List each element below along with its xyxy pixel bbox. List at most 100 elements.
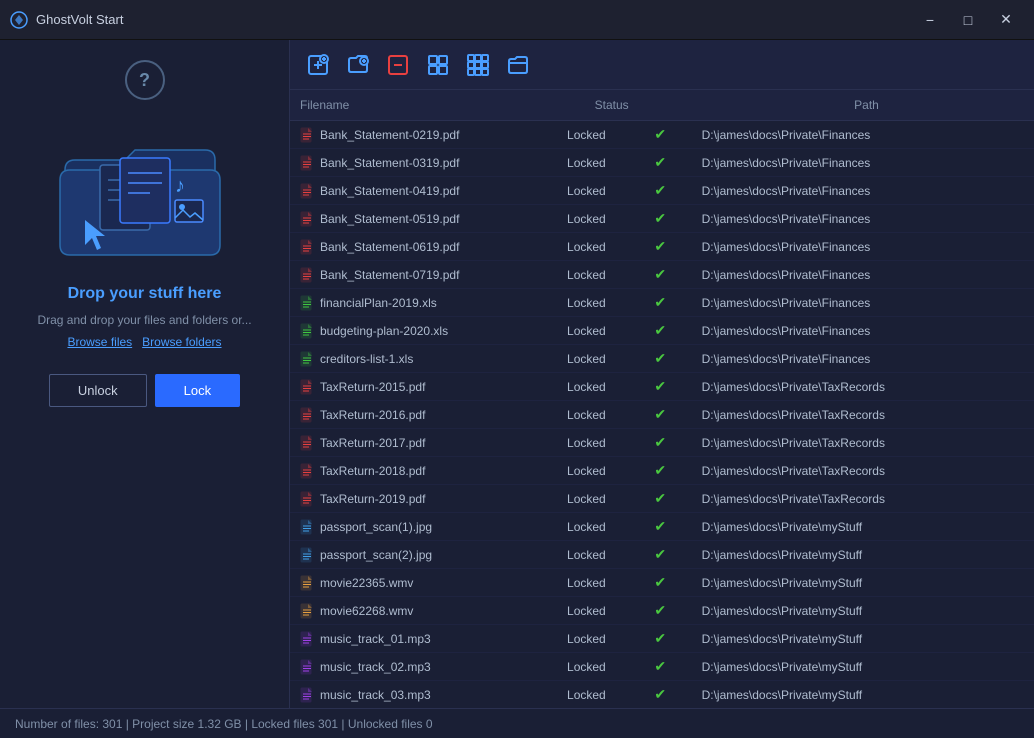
check-icon: ✔ [654, 154, 666, 170]
check-icon: ✔ [654, 378, 666, 394]
filename-text: movie62268.wmv [320, 604, 413, 618]
file-icon [300, 603, 314, 619]
table-row[interactable]: movie62268.wmv Locked ✔ D:\james\docs\Priv… [290, 597, 1034, 625]
status-cell: Locked [557, 205, 644, 233]
check-cell: ✔ [644, 569, 691, 597]
check-cell: ✔ [644, 233, 691, 261]
table-row[interactable]: TaxReturn-2015.pdf Locked✔D:\james\docs\… [290, 373, 1034, 401]
status-cell: Locked [557, 597, 644, 625]
file-table-scroll[interactable]: Bank_Statement-0219.pdf Locked✔D:\james\… [290, 121, 1034, 708]
table-row[interactable]: passport_scan(2).jpg Locked✔D:\james\doc… [290, 541, 1034, 569]
filename-text: passport_scan(1).jpg [320, 520, 432, 534]
table-row[interactable]: Bank_Statement-0719.pdf Locked✔D:\james\… [290, 261, 1034, 289]
table-row[interactable]: movie22365.wmv Locked✔D:\james\docs\Priv… [290, 569, 1034, 597]
status-cell: Locked [557, 373, 644, 401]
help-icon[interactable]: ? [125, 60, 165, 100]
table-row[interactable]: budgeting-plan-2020.xls Locked✔D:\james\… [290, 317, 1034, 345]
status-cell: Locked [557, 289, 644, 317]
table-row[interactable]: Bank_Statement-0419.pdf Locked✔D:\james\… [290, 177, 1034, 205]
path-cell: D:\james\docs\Private\Finances [692, 261, 1034, 289]
file-icon [300, 631, 314, 647]
path-cell: D:\james\docs\Private\myStuff [692, 653, 1034, 681]
lock-button[interactable]: Lock [155, 374, 240, 407]
check-cell: ✔ [644, 513, 691, 541]
file-name-cell: movie22365.wmv [290, 569, 557, 597]
file-name-cell: TaxReturn-2019.pdf [290, 485, 557, 513]
minimize-button[interactable]: − [912, 5, 948, 35]
close-button[interactable]: ✕ [988, 5, 1024, 35]
check-icon: ✔ [654, 266, 666, 282]
svg-text:♪: ♪ [175, 175, 185, 197]
file-icon [300, 435, 314, 451]
add-files-button[interactable] [300, 47, 336, 83]
filename-text: TaxReturn-2018.pdf [320, 464, 425, 478]
table-row[interactable]: TaxReturn-2017.pdf Locked✔D:\james\docs\… [290, 429, 1034, 457]
check-icon: ✔ [654, 406, 666, 422]
titlebar: GhostVolt Start − □ ✕ [0, 0, 1034, 40]
col-filename: Filename [290, 90, 585, 121]
col-check [814, 90, 844, 121]
table-row[interactable]: TaxReturn-2019.pdf Locked✔D:\james\docs\… [290, 485, 1034, 513]
browse-links: Browse files Browse folders [67, 335, 221, 349]
check-icon: ✔ [654, 126, 666, 142]
table-row[interactable]: Bank_Statement-0219.pdf Locked✔D:\james\… [290, 121, 1034, 149]
file-name-cell: movie62268.wmv [290, 597, 557, 625]
table-row[interactable]: Bank_Statement-0619.pdf Locked✔D:\james\… [290, 233, 1034, 261]
path-cell: D:\james\docs\Private\myStuff [692, 597, 1034, 625]
file-name-cell: Bank_Statement-0419.pdf [290, 177, 557, 205]
check-cell: ✔ [644, 317, 691, 345]
table-row[interactable]: music_track_02.mp3 Locked✔D:\james\docs\… [290, 653, 1034, 681]
check-icon: ✔ [654, 686, 666, 702]
filename-text: TaxReturn-2016.pdf [320, 408, 425, 422]
table-row[interactable]: TaxReturn-2018.pdf Locked✔D:\james\docs\… [290, 457, 1034, 485]
remove-button[interactable] [380, 47, 416, 83]
filename-text: financialPlan-2019.xls [320, 296, 437, 310]
check-icon: ✔ [654, 238, 666, 254]
path-cell: D:\james\docs\Private\Finances [692, 233, 1034, 261]
app-title: GhostVolt Start [36, 12, 123, 27]
view-list-button[interactable] [420, 47, 456, 83]
file-name-cell: Bank_Statement-0719.pdf [290, 261, 557, 289]
table-row[interactable]: creditors-list-1.xls Locked✔D:\james\doc… [290, 345, 1034, 373]
table-row[interactable]: music_track_01.mp3 Locked✔D:\james\docs\… [290, 625, 1034, 653]
open-folder-button[interactable] [500, 47, 536, 83]
path-cell: D:\james\docs\Private\TaxRecords [692, 485, 1034, 513]
file-table-body: Bank_Statement-0219.pdf Locked✔D:\james\… [290, 121, 1034, 708]
check-icon: ✔ [654, 602, 666, 618]
status-cell: Locked [557, 345, 644, 373]
titlebar-left: GhostVolt Start [10, 11, 123, 29]
file-name-cell: passport_scan(2).jpg [290, 541, 557, 569]
browse-folders-link[interactable]: Browse folders [142, 335, 221, 349]
check-cell: ✔ [644, 261, 691, 289]
maximize-button[interactable]: □ [950, 5, 986, 35]
status-cell: Locked [557, 121, 644, 149]
table-row[interactable]: music_track_03.mp3 Locked✔D:\james\docs\… [290, 681, 1034, 709]
app-icon [10, 11, 28, 29]
table-row[interactable]: financialPlan-2019.xls Locked✔D:\james\d… [290, 289, 1034, 317]
add-folder-button[interactable] [340, 47, 376, 83]
file-name-cell: TaxReturn-2018.pdf [290, 457, 557, 485]
status-cell: Locked [557, 569, 644, 597]
check-icon: ✔ [654, 630, 666, 646]
check-icon: ✔ [654, 434, 666, 450]
file-icon [300, 127, 314, 143]
browse-files-link[interactable]: Browse files [67, 335, 132, 349]
table-row[interactable]: Bank_Statement-0519.pdf Locked✔D:\james\… [290, 205, 1034, 233]
table-row[interactable]: TaxReturn-2016.pdf Locked✔D:\james\docs\… [290, 401, 1034, 429]
unlock-button[interactable]: Unlock [49, 374, 147, 407]
path-cell: D:\james\docs\Private\Finances [692, 317, 1034, 345]
check-icon: ✔ [654, 210, 666, 226]
table-row[interactable]: passport_scan(1).jpg Locked✔D:\james\doc… [290, 513, 1034, 541]
filename-text: movie22365.wmv [320, 576, 413, 590]
file-icon [300, 183, 314, 199]
file-table-container: Filename Status Path [290, 90, 1034, 708]
file-name-cell: Bank_Statement-0519.pdf [290, 205, 557, 233]
window-controls: − □ ✕ [912, 5, 1024, 35]
check-cell: ✔ [644, 289, 691, 317]
file-name-cell: financialPlan-2019.xls [290, 289, 557, 317]
table-row[interactable]: Bank_Statement-0319.pdf Locked✔D:\james\… [290, 149, 1034, 177]
path-cell: D:\james\docs\Private\TaxRecords [692, 401, 1034, 429]
check-cell: ✔ [644, 177, 691, 205]
view-grid-button[interactable] [460, 47, 496, 83]
status-cell: Locked [557, 541, 644, 569]
